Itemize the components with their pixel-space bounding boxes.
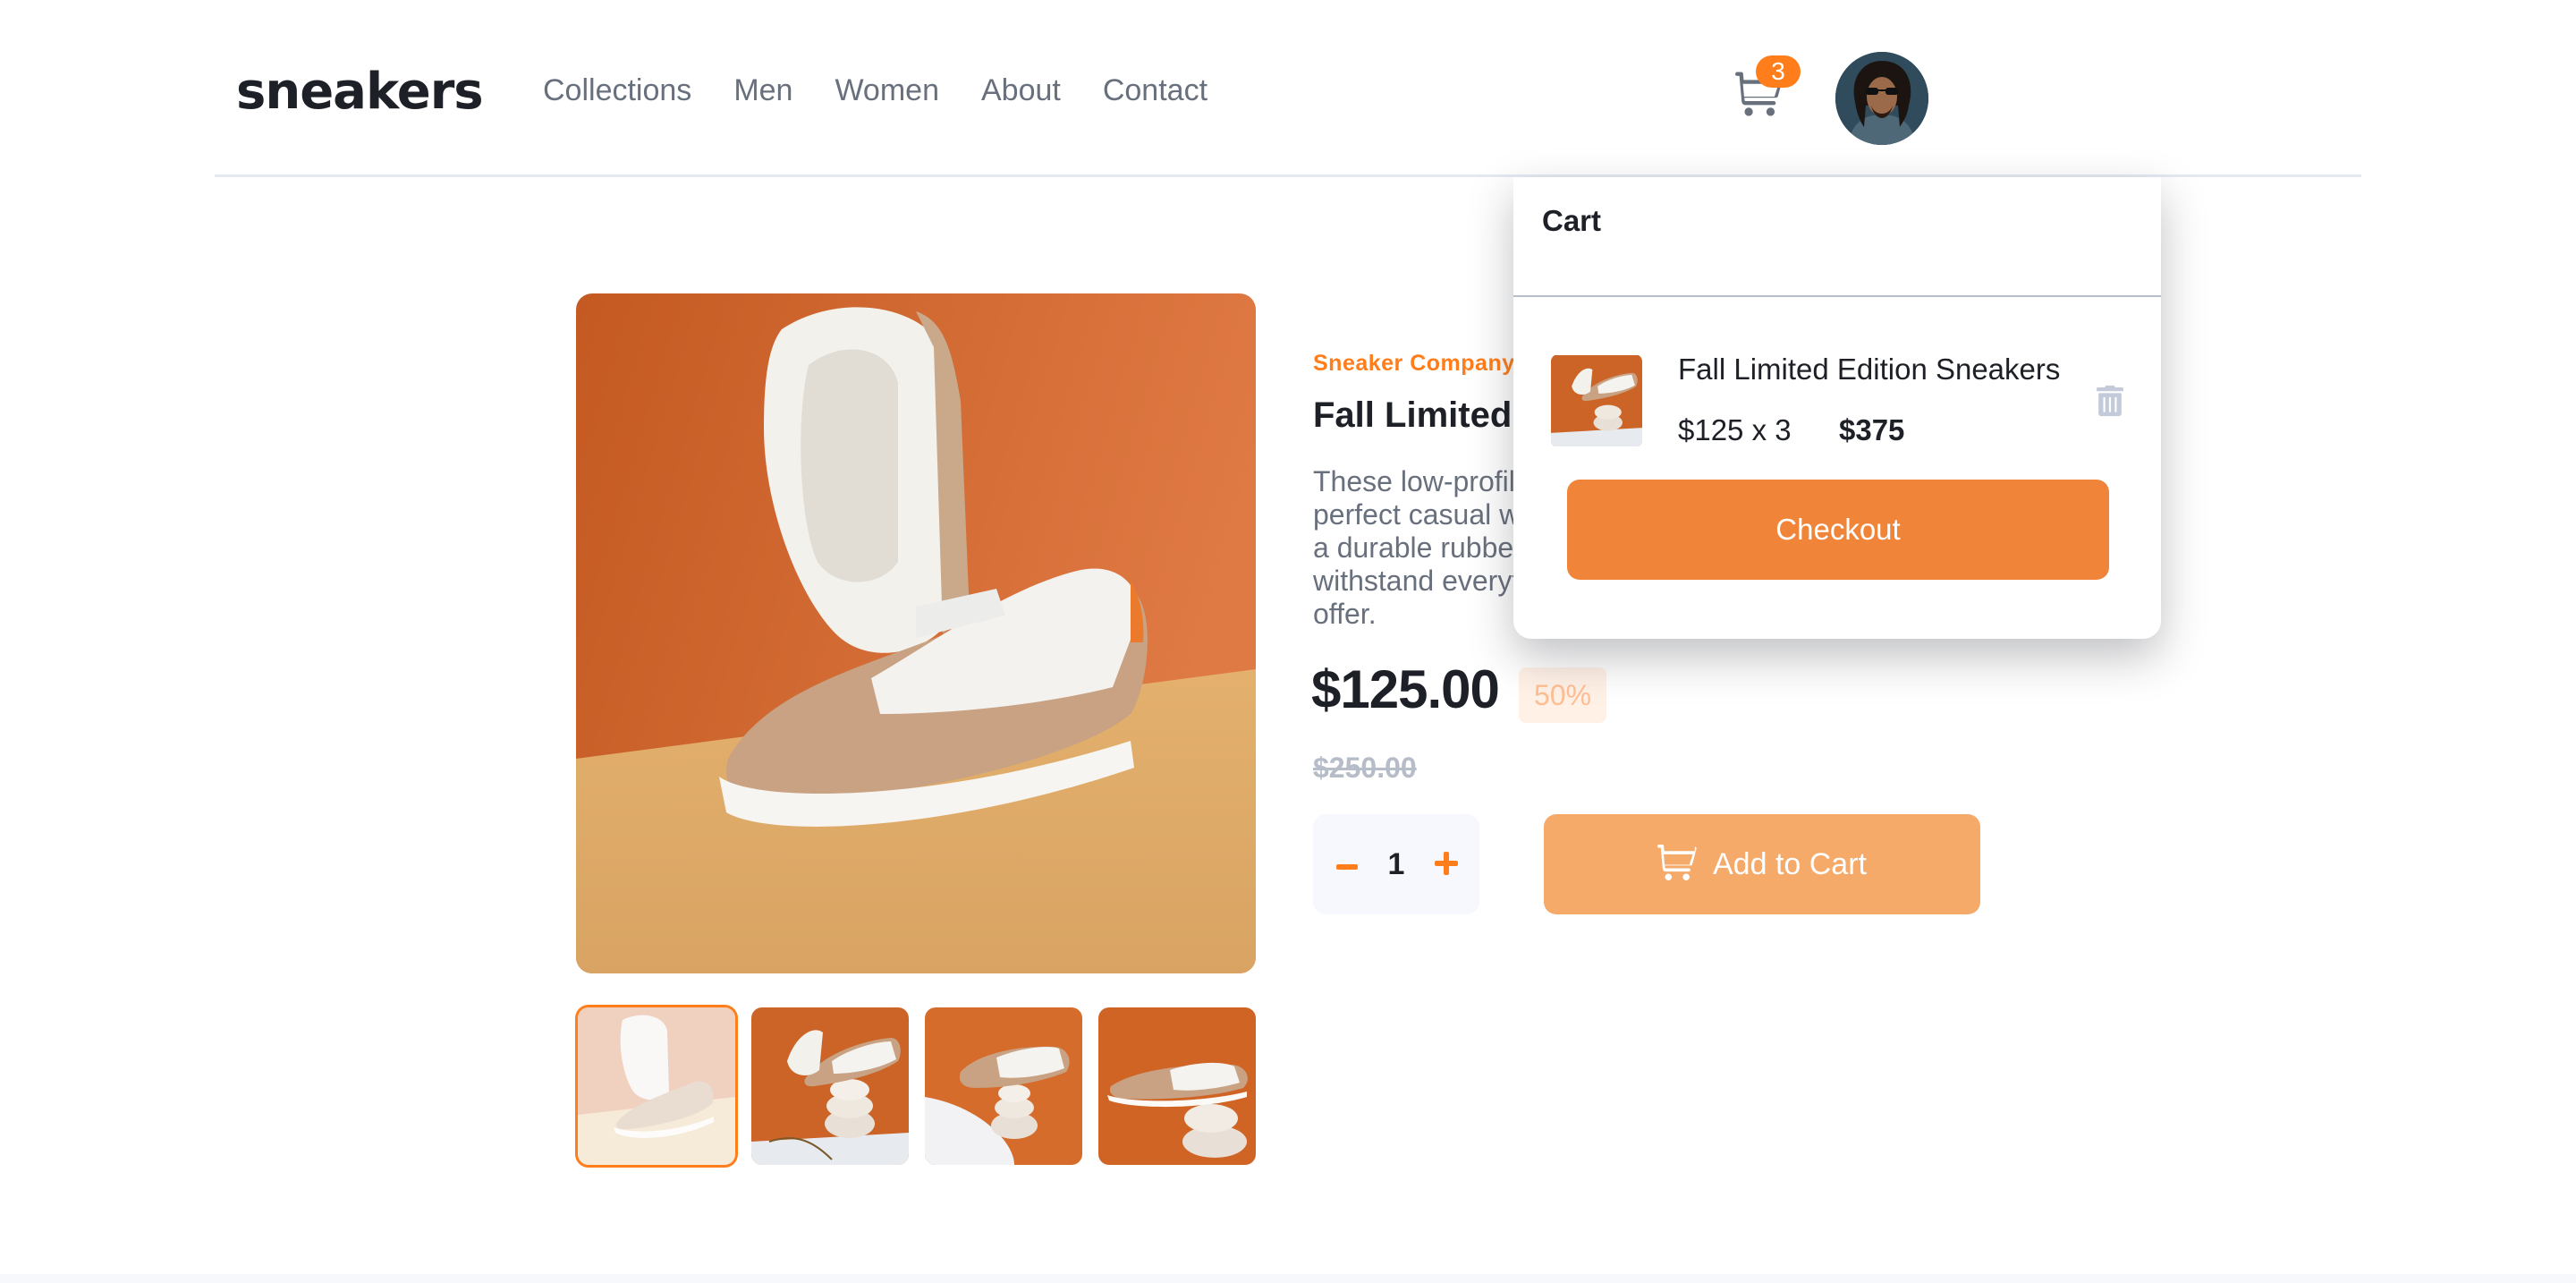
nav-item-contact[interactable]: Contact bbox=[1103, 73, 1208, 108]
trash-icon[interactable] bbox=[2097, 385, 2123, 417]
main-product-image[interactable] bbox=[576, 293, 1256, 973]
main-nav: Collections Men Women About Contact bbox=[543, 73, 1250, 108]
add-to-cart-label: Add to Cart bbox=[1713, 846, 1867, 881]
checkout-button[interactable]: Checkout bbox=[1567, 480, 2109, 580]
cart-title: Cart bbox=[1513, 177, 2161, 297]
thumbnail-2[interactable] bbox=[751, 1007, 909, 1165]
nav-item-about[interactable]: About bbox=[981, 73, 1061, 108]
cart-item-total: $375 bbox=[1839, 413, 1905, 446]
company-name: Sneaker Company bbox=[1313, 351, 1515, 376]
description-line: withstand everything the weather can bbox=[1313, 565, 1515, 597]
plus-icon[interactable] bbox=[1420, 814, 1470, 914]
cart-count-badge: 3 bbox=[1756, 55, 1801, 88]
nav-item-collections[interactable]: Collections bbox=[543, 73, 691, 108]
product-description: These low-profile sneakers are your perf… bbox=[1313, 465, 1515, 631]
site-header bbox=[215, 0, 2361, 177]
cart-item-price-calc: $125 x 3 bbox=[1678, 413, 1792, 446]
original-price: $250.00 bbox=[1313, 752, 1417, 784]
minus-icon[interactable] bbox=[1322, 814, 1372, 914]
cart-icon bbox=[1657, 845, 1697, 884]
description-line: a durable rubber outer sole, they'll bbox=[1313, 531, 1515, 564]
page-bottom-edge bbox=[0, 1274, 2576, 1283]
cart-item-name: Fall Limited Edition Sneakers bbox=[1678, 353, 2061, 386]
thumbnail-1[interactable] bbox=[575, 1005, 738, 1168]
cart-item-thumbnail bbox=[1551, 354, 1642, 447]
nav-item-women[interactable]: Women bbox=[835, 73, 939, 108]
description-line: perfect casual wear companion. Featuring bbox=[1313, 498, 1515, 531]
logo[interactable]: sneakers bbox=[236, 63, 484, 121]
description-line: offer. bbox=[1313, 598, 1377, 630]
current-price: $125.00 bbox=[1311, 659, 1500, 719]
thumbnail-3[interactable] bbox=[925, 1007, 1082, 1165]
quantity-stepper: 1 bbox=[1313, 814, 1479, 914]
add-to-cart-button[interactable]: Add to Cart bbox=[1544, 814, 1980, 914]
discount-badge: 50% bbox=[1519, 667, 1606, 723]
cart-dropdown: Cart Fall Limited Edition Sneakers $125 … bbox=[1513, 177, 2161, 639]
product-title: Fall Limited Edition Sneakers bbox=[1313, 395, 1515, 435]
user-avatar[interactable] bbox=[1835, 52, 1928, 145]
description-line: These low-profile sneakers are your bbox=[1313, 465, 1515, 497]
nav-item-men[interactable]: Men bbox=[733, 73, 792, 108]
thumbnail-4[interactable] bbox=[1098, 1007, 1256, 1165]
page: sneakers Collections Men Women About Con… bbox=[0, 0, 2576, 1283]
quantity-value: 1 bbox=[1387, 847, 1405, 881]
